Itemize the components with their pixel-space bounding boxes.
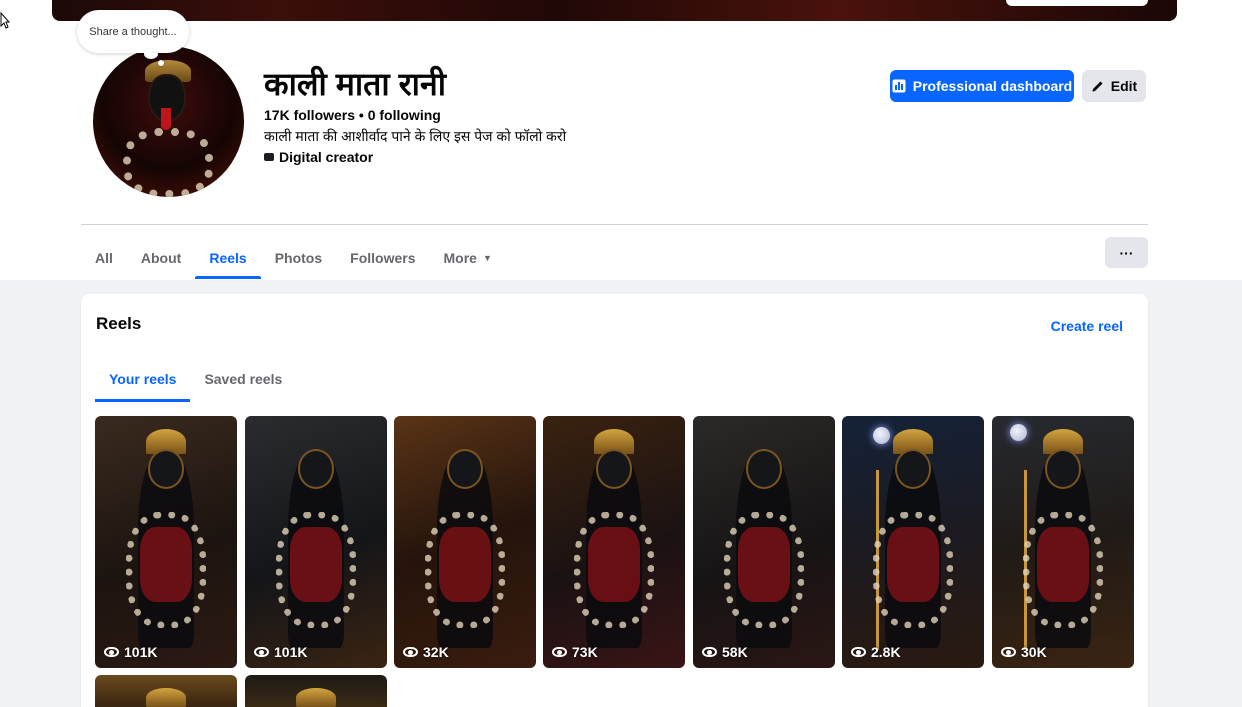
- reel-thumbnail[interactable]: 2.8K: [842, 416, 984, 668]
- category-row: Digital creator: [264, 149, 373, 165]
- category-label: Digital creator: [279, 149, 374, 165]
- professional-dashboard-label: Professional dashboard: [912, 78, 1073, 94]
- page-title: काली माता रानी: [264, 66, 447, 102]
- moon-icon: [1010, 424, 1027, 441]
- tab-about[interactable]: About: [127, 236, 195, 279]
- reels-heading: Reels: [96, 314, 142, 333]
- thought-bubble-tail-dot: [158, 60, 164, 66]
- reel-thumbnail[interactable]: [245, 675, 387, 707]
- tab-reels[interactable]: Reels: [195, 236, 262, 279]
- view-count: 73K: [552, 644, 598, 660]
- professional-dashboard-button[interactable]: Professional dashboard: [890, 70, 1074, 102]
- edit-button[interactable]: Edit: [1082, 70, 1146, 102]
- eye-icon: [851, 647, 866, 657]
- view-count-label: 101K: [274, 644, 308, 660]
- header-divider: [81, 224, 1148, 225]
- bio-text: काली माता की आशीर्वाद पाने के लिए इस पेज…: [264, 128, 567, 144]
- reel-thumbnail[interactable]: [95, 675, 237, 707]
- edit-cover-button[interactable]: [1006, 0, 1148, 6]
- tab-more-label: More: [443, 249, 477, 266]
- tab-all[interactable]: All: [81, 236, 127, 279]
- reel-thumbnail[interactable]: 32K: [394, 416, 536, 668]
- thought-bubble-tail: [144, 49, 158, 59]
- eye-icon: [552, 647, 567, 657]
- view-count-label: 2.8K: [871, 644, 901, 660]
- tab-followers[interactable]: Followers: [336, 236, 429, 279]
- eye-icon: [1001, 647, 1016, 657]
- tab-followers-label: Followers: [350, 249, 416, 266]
- reels-subtabs: Your reels Saved reels: [95, 356, 296, 402]
- view-count-label: 101K: [124, 644, 158, 660]
- profile-tabs: All About Reels Photos Followers More ▼: [81, 236, 506, 280]
- view-count-label: 73K: [572, 644, 598, 660]
- tab-photos-label: Photos: [274, 249, 323, 266]
- tab-all-label: All: [95, 249, 113, 266]
- briefcase-icon: [264, 153, 274, 161]
- thought-bubble[interactable]: Share a thought...: [77, 10, 189, 53]
- view-count: 30K: [1001, 644, 1047, 660]
- view-count: 2.8K: [851, 644, 901, 660]
- eye-icon: [702, 647, 717, 657]
- dashboard-icon: [892, 79, 906, 93]
- reel-thumbnail[interactable]: 58K: [693, 416, 835, 668]
- reel-thumbnail[interactable]: 101K: [245, 416, 387, 668]
- subtab-saved-reels[interactable]: Saved reels: [190, 356, 296, 402]
- view-count: 101K: [254, 644, 307, 660]
- view-count: 32K: [403, 644, 449, 660]
- edit-label: Edit: [1110, 78, 1138, 94]
- moon-icon: [873, 427, 890, 444]
- pencil-icon: [1092, 81, 1103, 92]
- mouse-cursor-icon: [0, 12, 10, 29]
- eye-icon: [104, 647, 119, 657]
- tab-about-label: About: [140, 249, 182, 266]
- follower-counts[interactable]: 17K followers • 0 following: [264, 107, 441, 123]
- view-count: 58K: [702, 644, 748, 660]
- tab-reels-label: Reels: [209, 249, 247, 266]
- reel-thumbnail[interactable]: 73K: [543, 416, 685, 668]
- reel-thumbnail[interactable]: 101K: [95, 416, 237, 668]
- view-count-label: 30K: [1021, 644, 1047, 660]
- caret-down-icon: ▼: [482, 252, 492, 263]
- tab-photos[interactable]: Photos: [261, 236, 336, 279]
- eye-icon: [254, 647, 269, 657]
- cover-photo[interactable]: [52, 0, 1177, 21]
- profile-avatar[interactable]: [93, 46, 244, 197]
- view-count: 101K: [104, 644, 157, 660]
- view-count-label: 58K: [722, 644, 748, 660]
- tab-more[interactable]: More ▼: [430, 236, 506, 279]
- view-count-label: 32K: [423, 644, 449, 660]
- create-reel-link[interactable]: Create reel: [1051, 318, 1123, 334]
- reel-thumbnail[interactable]: 30K: [992, 416, 1134, 668]
- subtab-your-reels[interactable]: Your reels: [95, 356, 191, 402]
- eye-icon: [403, 647, 418, 657]
- more-options-button[interactable]: ···: [1105, 237, 1148, 268]
